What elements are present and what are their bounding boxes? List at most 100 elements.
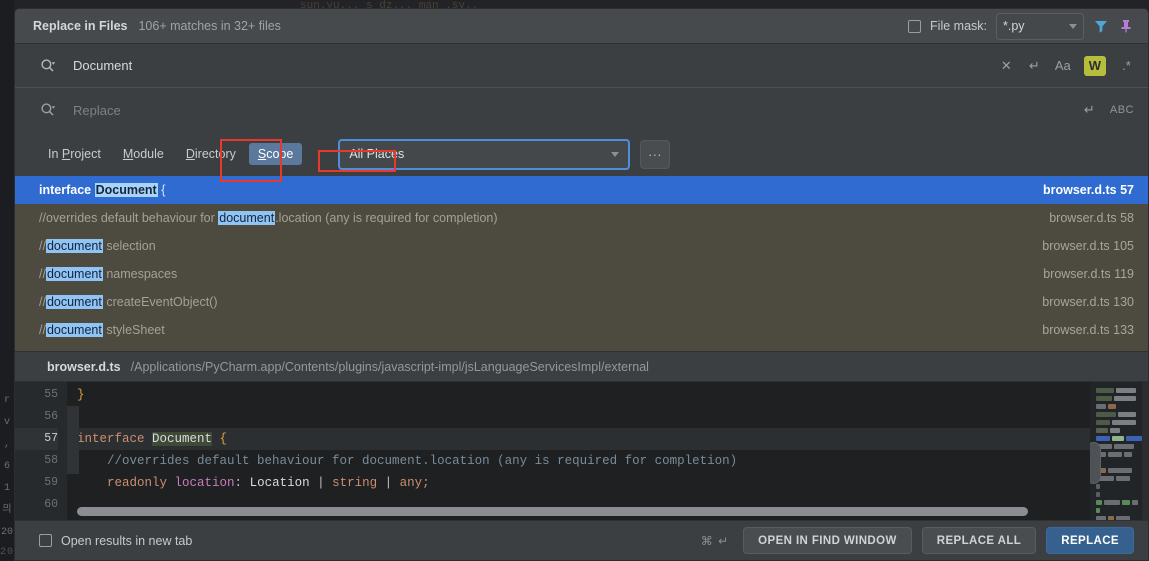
code-line[interactable]: interface Document { xyxy=(67,428,1090,450)
minimap-segment xyxy=(1096,508,1100,513)
file-mask-combo[interactable]: *.py xyxy=(996,12,1084,40)
minimap-segment xyxy=(1124,452,1132,457)
minimap-line xyxy=(1096,500,1145,505)
minimap-line xyxy=(1096,492,1145,497)
minimap-segment xyxy=(1096,412,1116,417)
scope-tab-in-project[interactable]: In Project xyxy=(39,143,110,165)
code-preview[interactable]: 55 56 57 58 59 60 } interface Document { //ov… xyxy=(15,382,1148,520)
regex-icon[interactable]: .* xyxy=(1119,56,1134,76)
footer-buttons: ⌘ ↵ OPEN IN FIND WINDOW REPLACE ALL REPLAC… xyxy=(701,527,1134,554)
code-line[interactable]: //overrides default behaviour for docume… xyxy=(67,450,1090,472)
code-line[interactable]: } xyxy=(67,384,1090,406)
close-icon[interactable]: ✕ xyxy=(999,56,1014,76)
open-results-new-tab-checkbox[interactable] xyxy=(39,534,52,547)
result-text: //document createEventObject() xyxy=(39,295,218,309)
minimap-line xyxy=(1096,388,1145,393)
line-number: 56 xyxy=(44,410,58,423)
results-list[interactable]: interface Document {browser.d.ts 57 //ove… xyxy=(15,176,1148,351)
code-fold-bar[interactable] xyxy=(67,406,79,474)
preview-header: browser.d.ts /Applications/PyCharm.app/C… xyxy=(15,351,1148,382)
code-area[interactable]: } interface Document { //overrides defau… xyxy=(67,382,1090,520)
replace-in-files-dialog: Replace in Files 106+ matches in 32+ fil… xyxy=(14,8,1149,561)
code-minimap[interactable] xyxy=(1090,382,1148,520)
file-mask-label: File mask: xyxy=(930,19,987,33)
result-file-location: browser.d.ts 130 xyxy=(1042,295,1134,309)
scope-selector-row: In Project Module Directory Scope All Place… xyxy=(15,132,1148,176)
code-line[interactable]: readonly location: Location | string | a… xyxy=(67,472,1090,494)
result-row[interactable]: //document namespaces browser.d.ts 119 xyxy=(15,260,1148,288)
replace-input[interactable]: Replace xyxy=(73,103,1082,118)
minimap-segment xyxy=(1096,428,1108,433)
file-mask-checkbox[interactable] xyxy=(908,19,922,33)
keyboard-shortcut-hint: ⌘ ↵ xyxy=(700,533,730,548)
result-text: //document styleSheet xyxy=(39,323,165,337)
minimap-segment xyxy=(1096,484,1100,489)
minimap-segment xyxy=(1096,500,1102,505)
result-row[interactable]: //overrides default behaviour for docume… xyxy=(15,204,1148,232)
result-file-location: browser.d.ts 119 xyxy=(1043,267,1134,281)
line-number: 57 xyxy=(15,428,58,450)
scope-tab-module[interactable]: Module xyxy=(114,143,173,165)
replace-button[interactable]: REPLACE xyxy=(1046,527,1134,554)
preview-file-path: /Applications/PyCharm.app/Contents/plugi… xyxy=(130,359,649,374)
minimap-line xyxy=(1096,404,1145,409)
scope-tab-scope[interactable]: Scope xyxy=(248,143,303,165)
minimap-segment xyxy=(1108,516,1114,520)
result-row[interactable]: //document selection browser.d.ts 105 xyxy=(15,232,1148,260)
chevron-down-icon xyxy=(611,151,620,157)
minimap-segment xyxy=(1132,500,1138,505)
minimap-segment xyxy=(1104,500,1120,505)
backdrop-gutter-line: 20 xyxy=(0,527,13,538)
minimap-line xyxy=(1096,468,1145,473)
minimap-line xyxy=(1096,444,1145,449)
minimap-segment xyxy=(1096,404,1106,409)
minimap-line xyxy=(1096,484,1145,489)
result-text: interface Document { xyxy=(39,183,166,197)
preserve-case-icon[interactable]: ABC xyxy=(1110,100,1134,120)
backdrop-gutter-line: 6 xyxy=(3,461,10,472)
chevron-down-icon xyxy=(1069,23,1077,29)
minimap-segment xyxy=(1108,452,1122,457)
replace-all-button[interactable]: REPLACE ALL xyxy=(921,527,1037,554)
vertical-scrollbar[interactable] xyxy=(1142,382,1148,520)
minimap-line xyxy=(1096,428,1145,433)
scope-combo[interactable]: All Places xyxy=(338,138,631,170)
search-input[interactable]: Document xyxy=(73,58,999,73)
new-line-icon[interactable]: ↵ xyxy=(1027,56,1042,76)
scope-combo-value: All Places xyxy=(349,147,405,161)
backdrop-gutter: r v, 6 1 믜 20 xyxy=(0,0,14,561)
scope-tab-directory[interactable]: Directory xyxy=(177,143,245,165)
words-icon[interactable]: W xyxy=(1083,55,1106,76)
filter-icon[interactable] xyxy=(1093,18,1109,34)
scope-more-button[interactable]: ... xyxy=(640,139,671,169)
pin-icon[interactable] xyxy=(1118,18,1134,34)
replace-search-icon[interactable] xyxy=(39,101,57,119)
result-text: //document namespaces xyxy=(39,267,178,281)
result-file-location: browser.d.ts 133 xyxy=(1042,323,1134,337)
minimap-segment xyxy=(1108,468,1132,473)
code-line[interactable] xyxy=(67,406,1090,428)
result-row[interactable]: //document createTextNodebrowser.d.ts 14… xyxy=(15,344,1148,351)
backdrop-gutter-line: r xyxy=(3,395,10,406)
result-row[interactable]: //document styleSheet browser.d.ts 133 xyxy=(15,316,1148,344)
minimap-thumb[interactable] xyxy=(1090,442,1101,484)
search-icon[interactable] xyxy=(39,57,57,75)
replace-field-row[interactable]: Replace ↵ ABC xyxy=(15,88,1148,132)
minimap-segment xyxy=(1118,412,1136,417)
search-field-icons: ✕ ↵ Aa W .* xyxy=(999,55,1134,76)
search-field-row[interactable]: Document ✕ ↵ Aa W .* xyxy=(15,44,1148,88)
minimap-line xyxy=(1096,452,1145,457)
minimap-segment xyxy=(1112,420,1136,425)
new-line-icon[interactable]: ↵ xyxy=(1082,100,1097,120)
result-row[interactable]: //document createEventObject() browser.d.… xyxy=(15,288,1148,316)
result-row[interactable]: interface Document {browser.d.ts 57 xyxy=(15,176,1148,204)
horizontal-scrollbar[interactable] xyxy=(77,507,1028,516)
open-in-find-window-button[interactable]: OPEN IN FIND WINDOW xyxy=(743,527,912,554)
dialog-titlebar: Replace in Files 106+ matches in 32+ fil… xyxy=(15,9,1148,44)
file-mask-value: *.py xyxy=(1003,19,1025,33)
minimap-segment xyxy=(1116,388,1136,393)
preview-pane: browser.d.ts /Applications/PyCharm.app/C… xyxy=(15,351,1148,520)
minimap-segment xyxy=(1126,436,1142,441)
match-case-icon[interactable]: Aa xyxy=(1055,56,1071,76)
line-number: 60 xyxy=(44,498,58,511)
